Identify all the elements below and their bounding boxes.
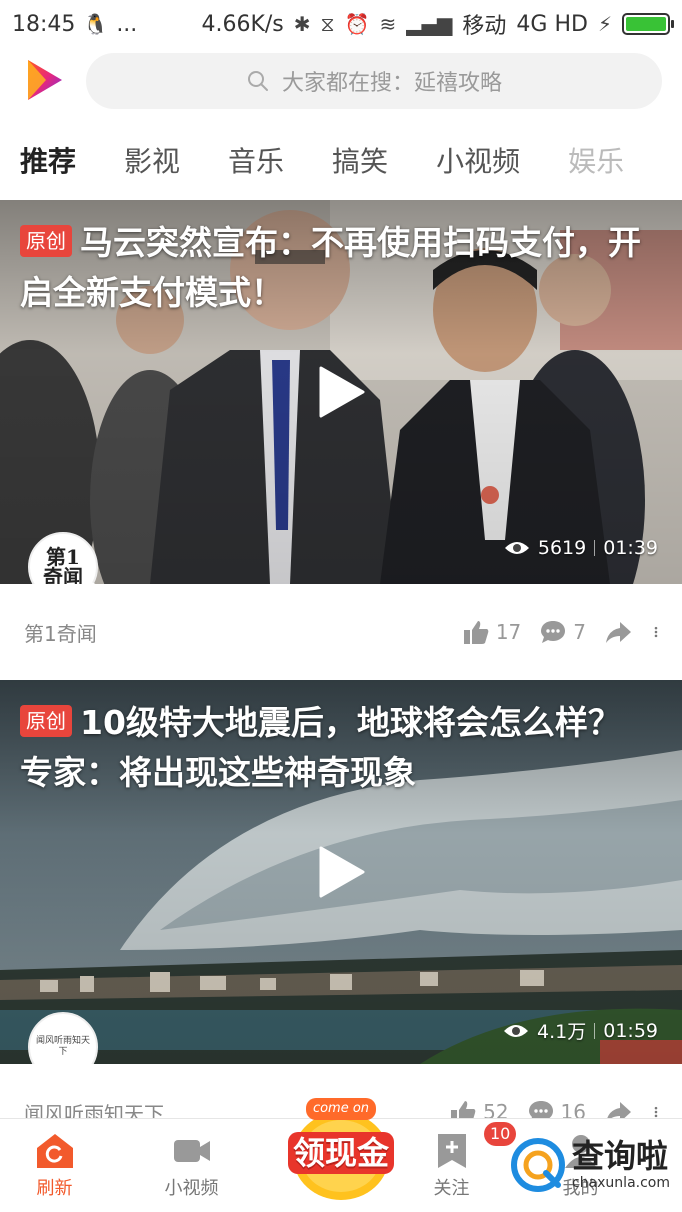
wifi-icon: ≋ — [379, 12, 397, 36]
video-thumbnail[interactable]: 原创马云突然宣布：不再使用扫码支付，开启全新支付模式！ 第1奇闻 V 5619 … — [0, 200, 682, 584]
site-watermark: 查询啦 chaxunla.com — [510, 1128, 682, 1202]
more-button[interactable] — [650, 618, 662, 646]
play-icon[interactable] — [317, 846, 365, 898]
video-title: 原创 马云突然宣布：不再使用扫码支付，开启全新支付模式！ — [20, 218, 650, 318]
status-time: 18:45 — [12, 11, 76, 37]
avatar-text: 闻风听雨知天下 — [35, 1036, 90, 1057]
chaxunla-logo-icon — [511, 1138, 565, 1192]
search-icon — [247, 71, 268, 91]
tab-entertainment[interactable]: 娱乐 — [568, 140, 624, 180]
original-badge: 原创 — [20, 225, 72, 257]
follow-bookmark-icon — [437, 1133, 466, 1168]
video-camera-icon — [173, 1139, 210, 1162]
comment-icon — [541, 621, 566, 643]
meta-divider — [594, 540, 596, 556]
like-count: 17 — [495, 620, 522, 644]
vibrate-icon: ⧖ — [320, 12, 335, 36]
battery-icon — [622, 13, 674, 35]
more-dots-icon — [654, 626, 658, 638]
video-duration: 01:39 — [603, 537, 658, 559]
comment-button[interactable]: 7 — [539, 618, 586, 646]
video-meta: 5619 01:39 — [504, 537, 658, 559]
nav-short-video[interactable]: 小视频 — [137, 1132, 246, 1200]
home-refresh-icon — [36, 1133, 73, 1168]
play-icon[interactable] — [317, 366, 365, 418]
app-logo-icon[interactable] — [22, 58, 66, 102]
share-icon — [606, 622, 631, 643]
comment-count: 7 — [573, 620, 586, 644]
carrier-name: 移动 — [462, 14, 507, 39]
network-speed: 4.66K/s — [201, 11, 284, 37]
status-more-dots: ... — [116, 11, 138, 37]
watermark-en: chaxunla.com — [572, 1175, 670, 1191]
video-title: 原创 10级特大地震后，地球将会怎么样？专家：将出现这些神奇现象 — [20, 698, 650, 798]
views-eye-icon — [504, 1024, 529, 1037]
tab-short-video[interactable]: 小视频 — [436, 140, 520, 180]
nav-refresh-label: 刷新 — [36, 1177, 73, 1199]
video-meta: 4.1万 01:59 — [503, 1017, 658, 1044]
network-type: 4G HD — [516, 11, 588, 37]
video-card[interactable]: 原创马云突然宣布：不再使用扫码支付，开启全新支付模式！ 第1奇闻 V 5619 … — [0, 200, 682, 680]
meta-divider — [594, 1022, 596, 1039]
tab-music[interactable]: 音乐 — [228, 140, 284, 180]
search-placeholder: 大家都在搜：延禧攻略 — [281, 71, 502, 96]
like-button[interactable]: 17 — [462, 618, 521, 646]
video-thumbnail[interactable]: 原创 10级特大地震后，地球将会怎么样？专家：将出现这些神奇现象 闻风听雨知天下 … — [0, 680, 682, 1064]
promo-tagline: come on — [306, 1098, 376, 1120]
alarm-icon: ⏰ — [344, 12, 370, 36]
view-count: 5619 — [537, 537, 587, 559]
status-bar: 18:45 🐧 ... 4.66K/s ✱ ⧖ ⏰ ≋ ▂▄▆ 移动 4G HD… — [0, 0, 682, 48]
watermark-cn: 查询啦 — [572, 1137, 669, 1175]
video-duration: 01:59 — [603, 1019, 658, 1042]
qq-icon: 🐧 — [83, 12, 109, 36]
views-eye-icon — [504, 542, 529, 554]
claim-cash-button[interactable]: come on 领现金 — [282, 1098, 400, 1206]
signal-icon: ▂▄▆ — [406, 12, 453, 36]
thumbs-up-icon — [463, 621, 489, 644]
video-title-text: 马云突然宣布：不再使用扫码支付，开启全新支付模式！ — [20, 223, 641, 312]
tab-recommend[interactable]: 推荐 — [20, 140, 76, 180]
nav-follow-label: 关注 — [433, 1177, 470, 1199]
charging-icon: ⚡ — [597, 12, 612, 36]
nav-short-video-label: 小视频 — [164, 1177, 219, 1199]
share-button[interactable] — [604, 618, 632, 646]
source-name[interactable]: 第1奇闻 — [24, 618, 97, 647]
search-bar[interactable]: 大家都在搜：延禧攻略 — [86, 53, 662, 109]
category-tabs: 推荐 影视 音乐 搞笑 小视频 娱乐 — [0, 130, 682, 190]
card-footer: 第1奇闻 17 7 — [0, 584, 682, 680]
original-badge: 原创 — [20, 705, 72, 737]
avatar-text: 第1奇闻 — [43, 545, 83, 584]
tab-film[interactable]: 影视 — [124, 140, 180, 180]
video-card[interactable]: 原创 10级特大地震后，地球将会怎么样？专家：将出现这些神奇现象 闻风听雨知天下 … — [0, 680, 682, 1160]
tab-funny[interactable]: 搞笑 — [332, 140, 388, 180]
promo-label: 领现金 — [292, 1134, 389, 1172]
nav-refresh[interactable]: 刷新 — [0, 1132, 109, 1200]
video-title-text: 10级特大地震后，地球将会怎么样？专家：将出现这些神奇现象 — [20, 703, 621, 792]
bluetooth-icon: ✱ — [293, 12, 311, 36]
view-count: 4.1万 — [537, 1021, 587, 1043]
